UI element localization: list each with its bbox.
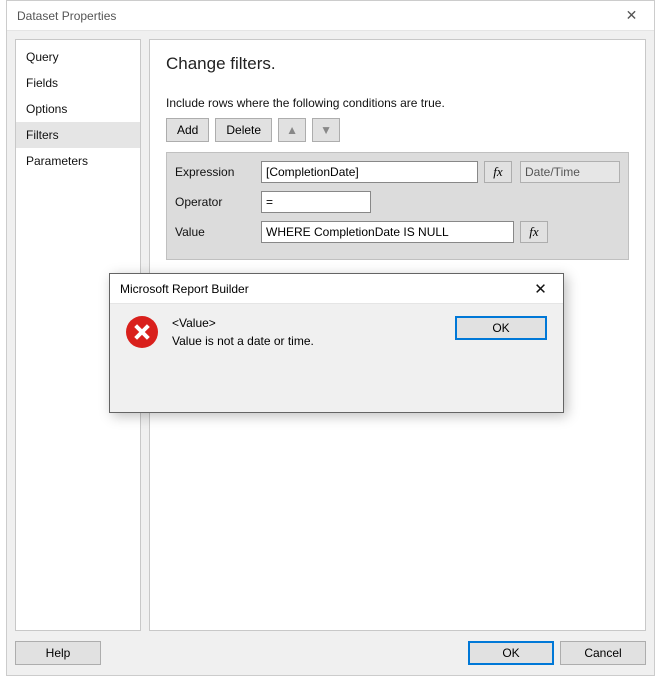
window-title: Dataset Properties <box>17 9 116 23</box>
arrow-up-icon: ▲ <box>286 123 298 137</box>
error-dialog-close-button[interactable]: ✕ <box>518 274 563 304</box>
delete-button[interactable]: Delete <box>215 118 272 142</box>
arrow-down-icon: ▼ <box>320 123 332 137</box>
error-ok-button[interactable]: OK <box>455 316 547 340</box>
sidebar-item-label: Parameters <box>26 154 88 168</box>
type-combo[interactable] <box>520 161 620 183</box>
error-line2: Value is not a date or time. <box>172 334 441 348</box>
window-close-button[interactable]: ✕ <box>609 1 654 31</box>
page-heading: Change filters. <box>166 54 629 74</box>
sidebar-item-query[interactable]: Query <box>16 44 140 70</box>
value-fx-button[interactable]: fx <box>520 221 548 243</box>
sidebar-item-label: Filters <box>26 128 59 142</box>
operator-combo[interactable] <box>261 191 371 213</box>
expression-fx-button[interactable]: fx <box>484 161 512 183</box>
ok-button[interactable]: OK <box>468 641 554 665</box>
error-icon <box>126 316 158 348</box>
error-text: <Value> Value is not a date or time. <box>172 316 441 400</box>
operator-label: Operator <box>175 195 255 209</box>
fx-icon: fx <box>529 224 538 240</box>
sidebar-item-filters[interactable]: Filters <box>16 122 140 148</box>
close-icon: ✕ <box>534 280 547 298</box>
sidebar-item-parameters[interactable]: Parameters <box>16 148 140 174</box>
add-button[interactable]: Add <box>166 118 209 142</box>
filter-toolbar: Add Delete ▲ ▼ <box>166 118 629 142</box>
titlebar: Dataset Properties ✕ <box>7 1 654 31</box>
sidebar-item-label: Query <box>26 50 59 64</box>
error-line1: <Value> <box>172 316 441 330</box>
close-icon: ✕ <box>626 7 638 24</box>
sidebar-item-label: Fields <box>26 76 58 90</box>
error-dialog-title: Microsoft Report Builder <box>120 282 249 296</box>
expression-combo[interactable] <box>261 161 478 183</box>
sidebar-item-label: Options <box>26 102 67 116</box>
value-input[interactable] <box>261 221 514 243</box>
move-up-button[interactable]: ▲ <box>278 118 306 142</box>
dialog-footer: Help OK Cancel <box>7 637 654 675</box>
value-label: Value <box>175 225 255 239</box>
error-dialog-body: <Value> Value is not a date or time. OK <box>110 304 563 412</box>
instruction-text: Include rows where the following conditi… <box>166 96 629 110</box>
sidebar-item-options[interactable]: Options <box>16 96 140 122</box>
move-down-button[interactable]: ▼ <box>312 118 340 142</box>
sidebar-item-fields[interactable]: Fields <box>16 70 140 96</box>
fx-icon: fx <box>493 164 502 180</box>
filter-editor: Expression fx Operator Value fx <box>166 152 629 260</box>
error-dialog: Microsoft Report Builder ✕ <Value> Value… <box>109 273 564 413</box>
help-button[interactable]: Help <box>15 641 101 665</box>
error-dialog-titlebar: Microsoft Report Builder ✕ <box>110 274 563 304</box>
cancel-button[interactable]: Cancel <box>560 641 646 665</box>
expression-label: Expression <box>175 165 255 179</box>
